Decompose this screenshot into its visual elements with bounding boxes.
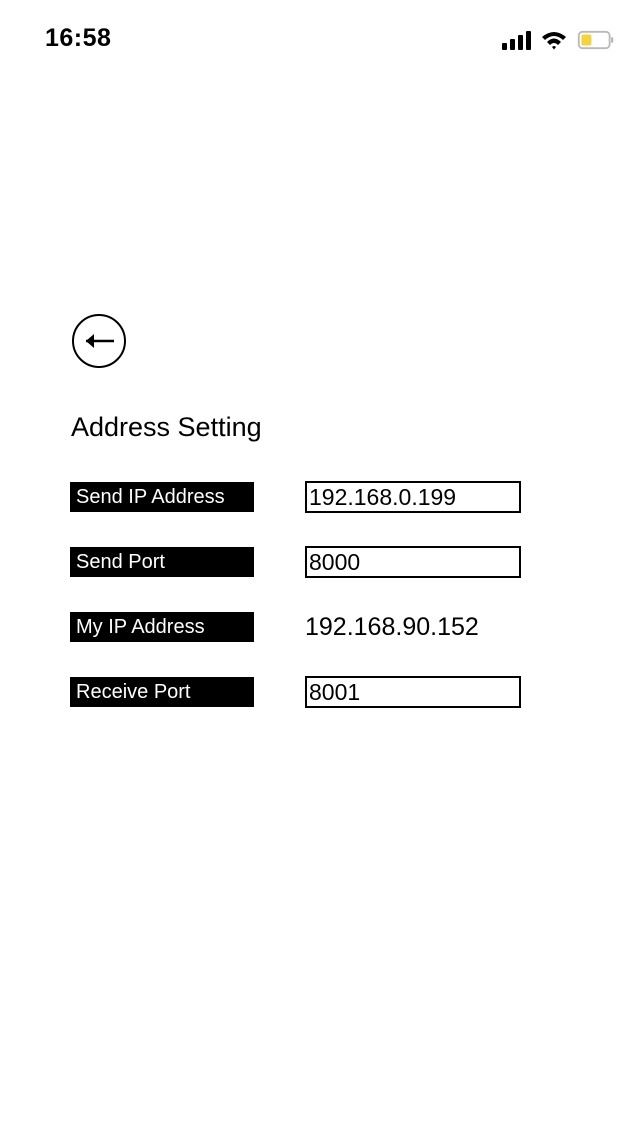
battery-icon bbox=[577, 30, 614, 50]
receive-port-row: Receive Port bbox=[70, 676, 530, 713]
send-port-label: Send Port bbox=[70, 547, 254, 577]
send-ip-input[interactable] bbox=[305, 481, 521, 513]
receive-port-label: Receive Port bbox=[70, 677, 254, 707]
send-ip-label: Send IP Address bbox=[70, 482, 254, 512]
my-ip-value: 192.168.90.152 bbox=[305, 613, 479, 641]
arrow-left-icon bbox=[72, 314, 126, 368]
status-icons bbox=[502, 28, 615, 52]
my-ip-row: My IP Address 192.168.90.152 bbox=[70, 612, 530, 648]
status-time: 16:58 bbox=[45, 24, 112, 52]
signal-icon bbox=[502, 30, 531, 50]
send-port-input[interactable] bbox=[305, 546, 521, 578]
address-setting-screen: 16:58 Address Setting Send IP Address 19… bbox=[0, 0, 639, 1136]
status-bar: 16:58 bbox=[0, 0, 639, 80]
send-ip-row: Send IP Address bbox=[70, 481, 530, 518]
my-ip-label: My IP Address bbox=[70, 612, 254, 642]
back-button[interactable] bbox=[71, 313, 127, 369]
send-port-row: Send Port bbox=[70, 546, 530, 583]
page-title: Address Setting bbox=[71, 412, 262, 442]
wifi-icon bbox=[542, 32, 566, 50]
receive-port-input[interactable] bbox=[305, 676, 521, 708]
